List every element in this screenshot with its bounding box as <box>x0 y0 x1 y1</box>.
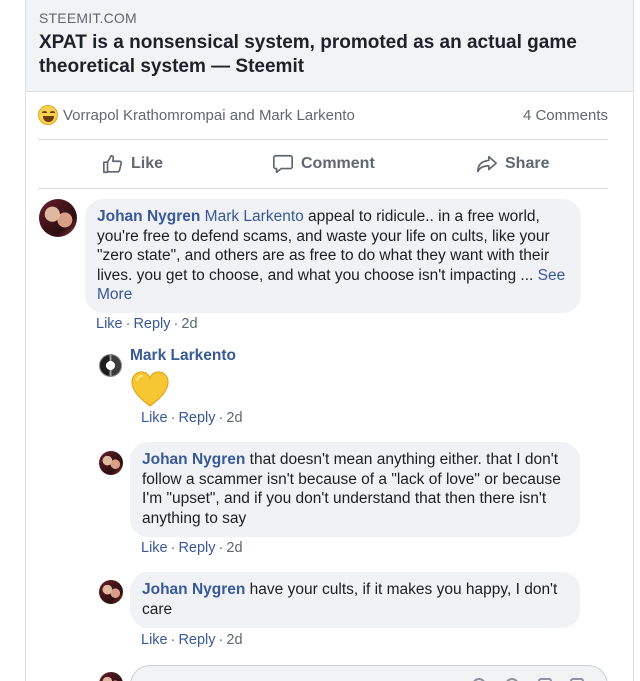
comment-label: Comment <box>301 155 375 172</box>
reply-time[interactable]: 2d <box>226 410 242 426</box>
link-preview[interactable]: STEEMIT.COM XPAT is a nonsensical system… <box>25 0 634 92</box>
reply-meta: Like · Reply · 2d <box>141 410 243 426</box>
speech-bubble-icon <box>273 154 293 174</box>
like-button[interactable]: Like <box>102 145 163 183</box>
avatar[interactable] <box>99 451 123 475</box>
avatar[interactable] <box>99 354 122 377</box>
reply-author[interactable]: Mark Larkento <box>130 347 236 365</box>
reply-meta: Like · Reply · 2d <box>141 632 243 648</box>
avatar[interactable] <box>39 199 77 237</box>
reactors-text[interactable]: Vorrapol Krathomrompai and Mark Larkento <box>63 107 355 124</box>
comment-bubble: Johan Nygren Mark Larkento appeal to rid… <box>85 199 581 313</box>
comment-mention[interactable]: Mark Larkento <box>205 208 304 225</box>
comment-reply-link[interactable]: Reply <box>133 316 170 332</box>
thumbs-up-icon <box>103 154 123 174</box>
comment-button[interactable]: Comment <box>272 145 375 183</box>
comment-author[interactable]: Johan Nygren <box>97 208 200 225</box>
reply-bubble: Johan Nygren that doesn't mean anything … <box>130 442 580 537</box>
comment-like-link[interactable]: Like <box>96 316 123 332</box>
reply-like-link[interactable]: Like <box>141 632 168 648</box>
share-label: Share <box>505 155 550 172</box>
action-bar: Like Comment Share <box>38 145 608 183</box>
link-domain: STEEMIT.COM <box>39 10 137 26</box>
comments-count[interactable]: 4 Comments <box>523 107 608 124</box>
comment-meta: Like · Reply · 2d <box>96 316 198 332</box>
comment-time[interactable]: 2d <box>181 316 197 332</box>
reply-like-link[interactable]: Like <box>141 540 168 556</box>
yellow-heart-icon <box>131 371 169 407</box>
divider <box>38 139 608 140</box>
reply-reply-link[interactable]: Reply <box>178 410 215 426</box>
reply-meta: Like · Reply · 2d <box>141 540 243 556</box>
reply-time[interactable]: 2d <box>226 540 242 556</box>
haha-emoji-icon[interactable] <box>38 105 58 125</box>
reply-author[interactable]: Johan Nygren <box>142 581 245 598</box>
share-arrow-icon <box>477 155 497 173</box>
reply-bubble: Johan Nygren have your cults, if it make… <box>130 572 580 628</box>
reply-reply-link[interactable]: Reply <box>178 632 215 648</box>
avatar[interactable] <box>99 580 123 604</box>
link-title[interactable]: XPAT is a nonsensical system, promoted a… <box>39 31 619 79</box>
reply-input[interactable] <box>130 665 608 681</box>
like-label: Like <box>131 155 164 172</box>
reply-time[interactable]: 2d <box>226 632 242 648</box>
reactions-summary: Vorrapol Krathomrompai and Mark Larkento… <box>38 102 608 130</box>
divider <box>38 188 608 189</box>
reply-like-link[interactable]: Like <box>141 410 168 426</box>
reply-author[interactable]: Johan Nygren <box>142 451 245 468</box>
reply-reply-link[interactable]: Reply <box>178 540 215 556</box>
share-button[interactable]: Share <box>476 145 549 183</box>
